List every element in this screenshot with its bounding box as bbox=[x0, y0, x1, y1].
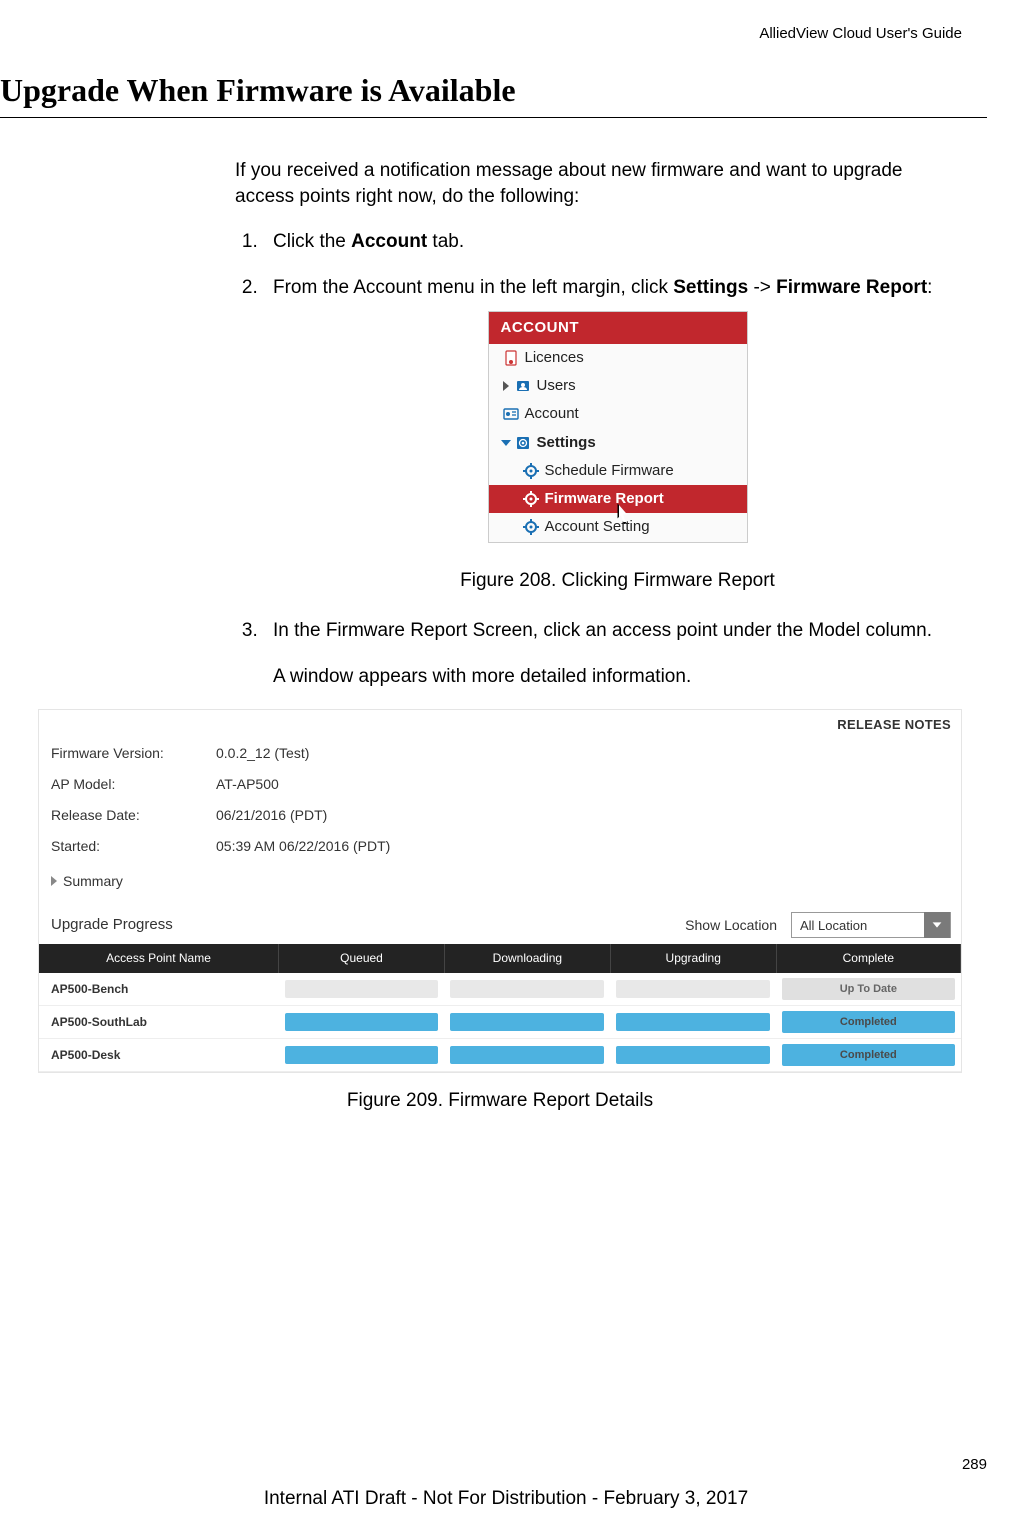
menu-item-schedule[interactable]: Schedule Firmware bbox=[489, 457, 747, 485]
step3-after: A window appears with more detailed info… bbox=[273, 664, 962, 690]
menu-label-account-setting: Account Setting bbox=[545, 517, 650, 537]
account-icon bbox=[503, 406, 519, 422]
status-badge: Up To Date bbox=[782, 978, 954, 1000]
figure-208-caption: Figure 208. Clicking Firmware Report bbox=[273, 568, 962, 594]
progress-bar bbox=[616, 980, 770, 998]
gear-icon bbox=[523, 519, 539, 535]
detail-row-started: Started: 05:39 AM 06/22/2016 (PDT) bbox=[39, 831, 961, 862]
page-number: 289 bbox=[0, 1456, 1012, 1473]
step-2: From the Account menu in the left margin… bbox=[263, 275, 962, 593]
location-select[interactable]: All Location bbox=[791, 912, 951, 938]
progress-bar bbox=[450, 1013, 604, 1031]
expand-icon bbox=[503, 381, 509, 391]
users-icon bbox=[515, 378, 531, 394]
progress-table: Access Point Name Queued Downloading Upg… bbox=[39, 944, 961, 1071]
value-fw: 0.0.2_12 (Test) bbox=[216, 744, 309, 763]
value-started: 05:39 AM 06/22/2016 (PDT) bbox=[216, 837, 390, 856]
settings-icon bbox=[515, 435, 531, 451]
menu-item-firmware-report[interactable]: Firmware Report bbox=[489, 485, 747, 513]
firmware-report-panel: RELEASE NOTES Firmware Version: 0.0.2_12… bbox=[38, 709, 962, 1072]
detail-row-model: AP Model: AT-AP500 bbox=[39, 769, 961, 800]
table-row[interactable]: AP500-SouthLab Completed bbox=[39, 1005, 961, 1038]
summary-toggle[interactable]: Summary bbox=[39, 862, 961, 909]
step1-post: tab. bbox=[427, 231, 464, 252]
menu-item-licences[interactable]: Licences bbox=[489, 344, 747, 372]
gear-icon bbox=[523, 463, 539, 479]
menu-label-settings: Settings bbox=[537, 433, 596, 453]
label-started: Started: bbox=[51, 837, 216, 856]
step2-mid: -> bbox=[748, 277, 776, 298]
step1-pre: Click the bbox=[273, 231, 351, 252]
intro-text: If you received a notification message a… bbox=[235, 158, 962, 209]
chevron-right-icon bbox=[51, 876, 57, 886]
label-release: Release Date: bbox=[51, 806, 216, 825]
cell-ap-name: AP500-Bench bbox=[39, 973, 279, 1006]
step2-pre: From the Account menu in the left margin… bbox=[273, 277, 673, 298]
summary-label: Summary bbox=[63, 872, 123, 891]
gear-icon bbox=[523, 491, 539, 507]
col-upgrading: Upgrading bbox=[610, 944, 776, 972]
value-model: AT-AP500 bbox=[216, 775, 279, 794]
menu-item-users[interactable]: Users bbox=[489, 372, 747, 400]
step2-post: : bbox=[927, 277, 932, 298]
progress-bar bbox=[616, 1046, 770, 1064]
header-guide: AlliedView Cloud User's Guide bbox=[0, 25, 987, 42]
progress-bar bbox=[450, 980, 604, 998]
footer-draft: Internal ATI Draft - Not For Distributio… bbox=[0, 1488, 1012, 1510]
title-rule bbox=[0, 117, 987, 118]
chevron-down-icon bbox=[924, 912, 950, 938]
step2-b1: Settings bbox=[673, 277, 748, 298]
release-notes-link[interactable]: RELEASE NOTES bbox=[39, 710, 961, 738]
detail-row-fw: Firmware Version: 0.0.2_12 (Test) bbox=[39, 738, 961, 769]
menu-label-schedule: Schedule Firmware bbox=[545, 461, 674, 481]
step1-bold: Account bbox=[351, 231, 427, 252]
progress-bar bbox=[285, 1046, 439, 1064]
menu-item-settings[interactable]: Settings bbox=[489, 429, 747, 457]
page-title: Upgrade When Firmware is Available bbox=[0, 72, 987, 109]
account-menu: ACCOUNT Licences Users bbox=[488, 311, 748, 543]
menu-label-users: Users bbox=[537, 376, 576, 396]
figure-209-caption: Figure 209. Firmware Report Details bbox=[38, 1088, 962, 1114]
menu-label-licences: Licences bbox=[525, 348, 584, 368]
progress-bar bbox=[450, 1046, 604, 1064]
location-select-value: All Location bbox=[792, 917, 924, 935]
col-complete: Complete bbox=[776, 944, 960, 972]
collapse-icon bbox=[501, 440, 511, 446]
status-badge: Completed bbox=[782, 1044, 954, 1066]
step2-b2: Firmware Report bbox=[776, 277, 927, 298]
cell-ap-name: AP500-Desk bbox=[39, 1038, 279, 1071]
progress-bar bbox=[616, 1013, 770, 1031]
step3-text: In the Firmware Report Screen, click an … bbox=[273, 620, 932, 641]
col-downloading: Downloading bbox=[444, 944, 610, 972]
detail-row-release: Release Date: 06/21/2016 (PDT) bbox=[39, 800, 961, 831]
upgrade-progress-title: Upgrade Progress bbox=[51, 915, 675, 935]
menu-header: ACCOUNT bbox=[489, 312, 747, 344]
value-release: 06/21/2016 (PDT) bbox=[216, 806, 327, 825]
licence-icon bbox=[503, 350, 519, 366]
step-1: Click the Account tab. bbox=[263, 229, 962, 255]
label-model: AP Model: bbox=[51, 775, 216, 794]
table-row[interactable]: AP500-Desk Completed bbox=[39, 1038, 961, 1071]
step-3: In the Firmware Report Screen, click an … bbox=[263, 618, 962, 1113]
menu-label-firmware-report: Firmware Report bbox=[545, 489, 664, 509]
menu-label-account: Account bbox=[525, 404, 579, 424]
cell-ap-name: AP500-SouthLab bbox=[39, 1005, 279, 1038]
table-row[interactable]: AP500-Bench Up To Date bbox=[39, 973, 961, 1006]
progress-bar bbox=[285, 980, 439, 998]
show-location-label: Show Location bbox=[685, 916, 777, 935]
col-queued: Queued bbox=[279, 944, 445, 972]
menu-item-account[interactable]: Account bbox=[489, 400, 747, 428]
status-badge: Completed bbox=[782, 1011, 954, 1033]
label-fw: Firmware Version: bbox=[51, 744, 216, 763]
progress-bar bbox=[285, 1013, 439, 1031]
col-name: Access Point Name bbox=[39, 944, 279, 972]
